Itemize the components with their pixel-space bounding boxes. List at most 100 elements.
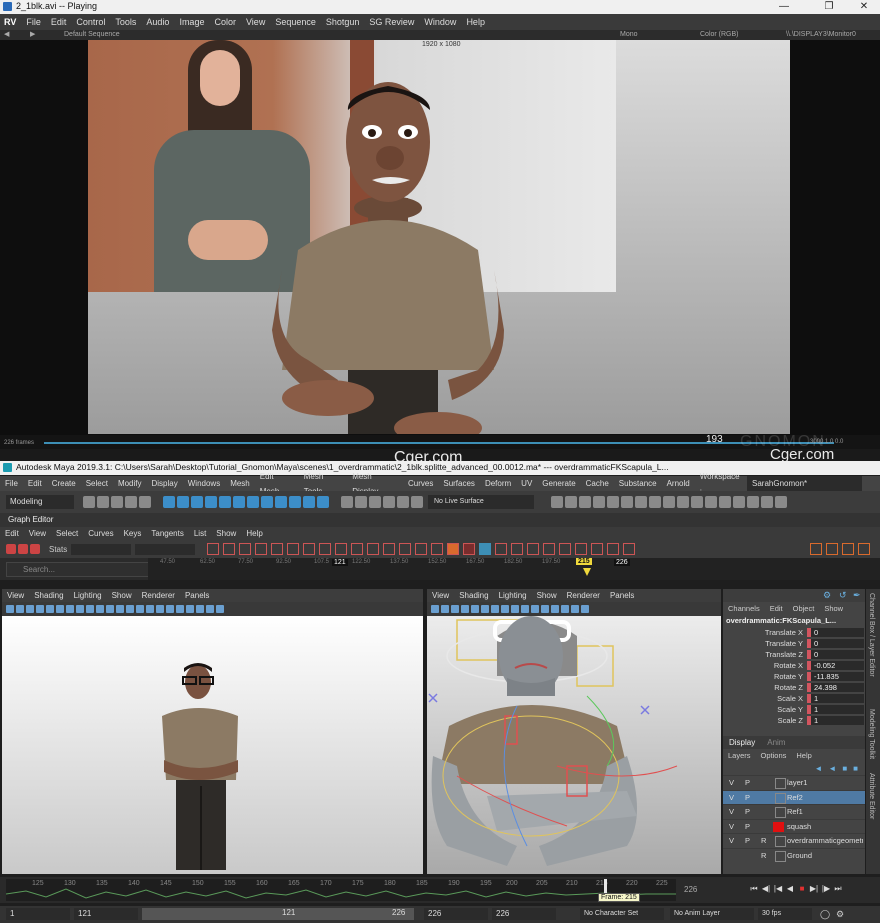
free-weight-icon[interactable] bbox=[415, 543, 428, 555]
snap-curve-icon[interactable] bbox=[355, 496, 367, 508]
vp1-menu-view[interactable]: View bbox=[2, 589, 29, 602]
minimize-button[interactable]: — bbox=[770, 0, 798, 14]
new-empty-layer-icon[interactable]: ■ bbox=[842, 764, 847, 773]
value-snap-icon[interactable] bbox=[495, 543, 508, 555]
tab-display[interactable]: Display bbox=[723, 738, 761, 747]
hypershade-icon[interactable] bbox=[593, 496, 605, 508]
unify-tangent-icon[interactable] bbox=[399, 543, 412, 555]
sequencer-icon[interactable] bbox=[663, 496, 675, 508]
linear-tangent-icon[interactable] bbox=[303, 543, 316, 555]
layer-menu-options[interactable]: Options bbox=[756, 751, 792, 760]
trax-icon[interactable] bbox=[826, 543, 838, 555]
outliner-search-field[interactable]: Search... bbox=[6, 562, 160, 577]
rotate-tool-icon[interactable] bbox=[219, 496, 231, 508]
forward-arrow-icon[interactable]: ▶ bbox=[30, 30, 35, 38]
auto-key-icon[interactable]: ◯ bbox=[820, 909, 830, 920]
layer-row-squash[interactable]: V P squash bbox=[723, 818, 865, 834]
cb-menu-show[interactable]: Show bbox=[819, 604, 848, 613]
time-snap-icon[interactable] bbox=[479, 543, 492, 555]
xray-joints-icon[interactable] bbox=[581, 605, 589, 613]
maya-menu-create[interactable]: Create bbox=[47, 476, 81, 491]
grid-icon[interactable] bbox=[471, 605, 479, 613]
face-select-icon[interactable] bbox=[317, 496, 329, 508]
move-tool-icon[interactable] bbox=[205, 496, 217, 508]
layer-row-geometry[interactable]: V P R overdrammaticgeometry bbox=[723, 833, 865, 848]
uv-editor-icon[interactable] bbox=[621, 496, 633, 508]
load-selected-icon[interactable] bbox=[463, 543, 476, 555]
post-infinity-icon[interactable] bbox=[559, 543, 572, 555]
move-layer-down-icon[interactable]: ◄ bbox=[828, 764, 836, 773]
layer-menu-help[interactable]: Help bbox=[791, 751, 816, 760]
move-key-icon[interactable] bbox=[18, 544, 28, 554]
rv-menu-window[interactable]: Window bbox=[419, 14, 461, 30]
attr-scale-x[interactable]: Scale X1 bbox=[723, 693, 865, 704]
graph-prefs-icon[interactable] bbox=[858, 543, 870, 555]
vp1-menu-lighting[interactable]: Lighting bbox=[69, 589, 107, 602]
image-plane-icon[interactable] bbox=[36, 605, 44, 613]
tool-settings-toggle-icon[interactable] bbox=[775, 496, 787, 508]
snap-grid-icon[interactable] bbox=[341, 496, 353, 508]
object-mode-icon[interactable] bbox=[261, 496, 273, 508]
go-to-start-icon[interactable]: ⏮ bbox=[749, 884, 759, 894]
isolate-select-icon[interactable] bbox=[561, 605, 569, 613]
isolate-select-icon[interactable] bbox=[196, 605, 204, 613]
vp2-menu-view[interactable]: View bbox=[427, 589, 454, 602]
auto-load-icon[interactable] bbox=[447, 543, 460, 555]
stats-time-field[interactable] bbox=[71, 543, 132, 555]
image-plane-icon[interactable] bbox=[461, 605, 469, 613]
motion-blur-icon[interactable] bbox=[176, 605, 184, 613]
field-chart-icon[interactable] bbox=[86, 605, 94, 613]
save-scene-icon[interactable] bbox=[111, 496, 123, 508]
animation-end-field[interactable]: 226 bbox=[492, 908, 556, 920]
maximize-button[interactable]: ❐ bbox=[815, 0, 843, 14]
xray-icon[interactable] bbox=[206, 605, 214, 613]
frame-all-icon[interactable] bbox=[207, 543, 220, 555]
arnold-render-icon[interactable] bbox=[649, 496, 661, 508]
rv-menu-view[interactable]: View bbox=[241, 14, 270, 30]
layer-row-ref1[interactable]: V P Ref1 bbox=[723, 804, 865, 819]
maya-menu-curves[interactable]: Curves bbox=[403, 476, 438, 491]
range-slider-bar[interactable]: 121 226 bbox=[142, 908, 414, 920]
dope-sheet-icon[interactable] bbox=[810, 543, 822, 555]
cb-menu-object[interactable]: Object bbox=[788, 604, 820, 613]
animation-start-field[interactable]: 1 bbox=[6, 908, 70, 920]
maya-menu-edit[interactable]: Edit bbox=[23, 476, 47, 491]
shadows-icon[interactable] bbox=[551, 605, 559, 613]
sequence-selector[interactable]: Default Sequence bbox=[64, 31, 120, 38]
center-current-icon[interactable] bbox=[239, 543, 252, 555]
attr-translate-x[interactable]: Translate X0 bbox=[723, 627, 865, 638]
key-stats-icon[interactable] bbox=[6, 544, 16, 554]
vp2-menu-lighting[interactable]: Lighting bbox=[494, 589, 532, 602]
play-backwards-icon[interactable]: ◀ bbox=[785, 884, 795, 894]
maya-menu-deform[interactable]: Deform bbox=[480, 476, 516, 491]
tab-anim[interactable]: Anim bbox=[761, 738, 791, 747]
snap-vertex-icon[interactable] bbox=[411, 496, 423, 508]
outliner-icon[interactable] bbox=[705, 496, 717, 508]
anim-prefs-icon[interactable]: ⚙ bbox=[836, 909, 844, 920]
cb-menu-channels[interactable]: Channels bbox=[723, 604, 765, 613]
ge-menu-select[interactable]: Select bbox=[51, 527, 83, 540]
camera-attributes-icon[interactable] bbox=[16, 605, 24, 613]
close-button[interactable]: ✕ bbox=[850, 0, 878, 14]
maya-menu-mesh[interactable]: Mesh bbox=[225, 476, 255, 491]
redo-icon[interactable] bbox=[139, 496, 151, 508]
new-layer-selected-icon[interactable]: ■ bbox=[853, 764, 858, 773]
maya-menu-modify[interactable]: Modify bbox=[113, 476, 147, 491]
rv-menu-audio[interactable]: Audio bbox=[141, 14, 174, 30]
undo-icon[interactable] bbox=[125, 496, 137, 508]
shadows-icon[interactable] bbox=[156, 605, 164, 613]
edge-select-icon[interactable] bbox=[303, 496, 315, 508]
layer-row-ground[interactable]: R Ground bbox=[723, 847, 865, 863]
gate-mask-icon[interactable] bbox=[76, 605, 84, 613]
render-view-icon[interactable] bbox=[607, 496, 619, 508]
ipr-render-icon[interactable] bbox=[565, 496, 577, 508]
safe-title-icon[interactable] bbox=[106, 605, 114, 613]
render-settings-icon[interactable] bbox=[579, 496, 591, 508]
break-tangent-icon[interactable] bbox=[383, 543, 396, 555]
vp1-menu-shading[interactable]: Shading bbox=[29, 589, 68, 602]
textured-icon[interactable] bbox=[136, 605, 144, 613]
snap-view-icon[interactable] bbox=[383, 496, 395, 508]
light-editor-icon[interactable] bbox=[635, 496, 647, 508]
anim-layer-selector[interactable]: No Anim Layer bbox=[670, 908, 754, 920]
bookmark-icon[interactable] bbox=[26, 605, 34, 613]
